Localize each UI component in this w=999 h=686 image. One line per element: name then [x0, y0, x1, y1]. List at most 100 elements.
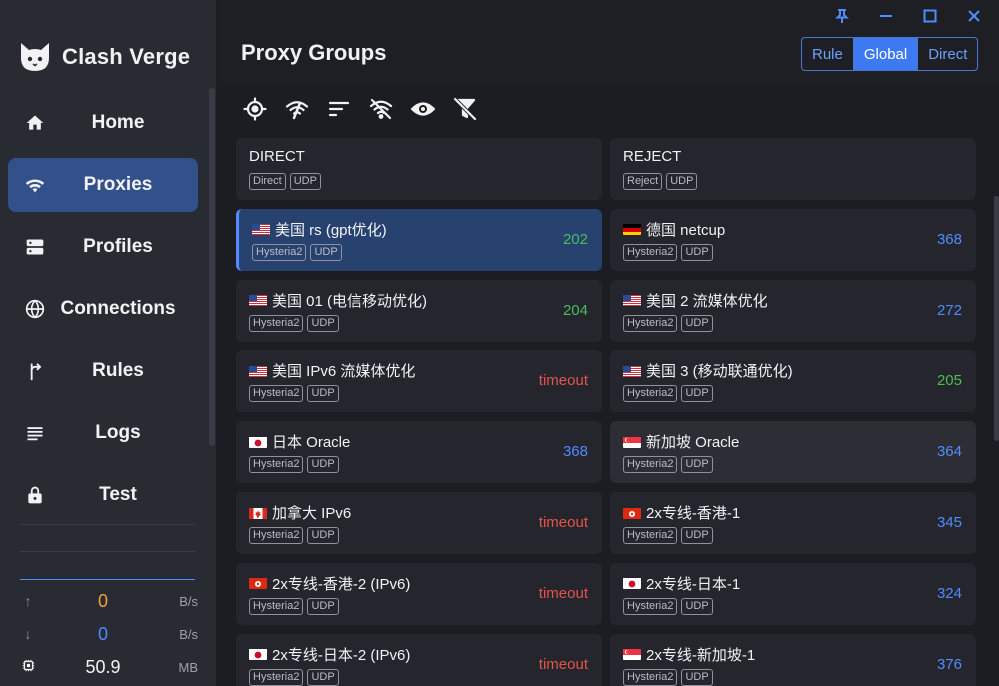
sidebar-item-proxies[interactable]: Proxies [8, 158, 198, 212]
cat-logo-icon [21, 43, 49, 71]
proxy-tag: Hysteria2 [623, 314, 678, 332]
filter-clear-icon[interactable] [452, 96, 477, 121]
sidebar-item-logs[interactable]: Logs [8, 406, 198, 460]
pin-icon[interactable] [827, 4, 857, 28]
proxy-name-row: 美国 rs (gpt优化) [252, 219, 387, 240]
proxy-delay[interactable]: 324 [937, 585, 962, 602]
traffic-graph-baseline [20, 579, 195, 580]
proxy-card[interactable]: 美国 IPv6 流媒体优化 Hysteria2 UDP timeout [236, 350, 602, 413]
proxy-name-row: 日本 Oracle [249, 431, 350, 452]
proxy-name-row: 新加坡 Oracle [623, 431, 739, 452]
sort-icon[interactable] [326, 96, 351, 121]
upload-unit: B/s [179, 593, 198, 609]
minimize-icon[interactable] [871, 4, 901, 28]
memory-usage: 50.9 MB [18, 652, 198, 682]
proxy-delay[interactable]: 202 [563, 231, 588, 248]
proxy-tags: Direct UDP [249, 173, 321, 190]
proxy-card[interactable]: 日本 Oracle Hysteria2 UDP 368 [236, 421, 602, 484]
proxy-tags: Hysteria2 UDP [252, 243, 342, 261]
maximize-icon[interactable] [915, 4, 945, 28]
proxy-card[interactable]: 美国 3 (移动联通优化) Hysteria2 UDP 205 [610, 350, 976, 413]
proxy-tag: Hysteria2 [249, 597, 304, 615]
proxy-delay[interactable]: 204 [563, 302, 588, 319]
proxy-tag: Direct [249, 173, 286, 190]
sidebar-item-test[interactable]: Test [8, 468, 198, 522]
proxy-card[interactable]: DIRECT Direct UDP [236, 138, 602, 200]
proxy-delay[interactable]: timeout [539, 656, 588, 673]
mode-direct-button[interactable]: Direct [918, 38, 977, 70]
singapore-flag-icon [623, 436, 641, 448]
upload-speed: ↑ 0 B/s [18, 586, 199, 616]
proxy-name-row: 美国 3 (移动联通优化) [623, 360, 793, 381]
proxy-card[interactable]: 美国 rs (gpt优化) Hysteria2 UDP 202 [236, 208, 602, 271]
download-unit: B/s [179, 626, 198, 642]
proxy-card[interactable]: 2x专线-新加坡-1 Hysteria2 UDP 376 [610, 633, 976, 686]
server-icon [24, 236, 46, 258]
wifi-icon [24, 174, 46, 196]
proxy-delay[interactable]: 376 [937, 656, 962, 673]
proxy-card[interactable]: 新加坡 Oracle Hysteria2 UDP 364 [610, 421, 976, 484]
proxy-card[interactable]: 2x专线-香港-2 (IPv6) Hysteria2 UDP timeout [236, 562, 602, 625]
proxy-card[interactable]: 2x专线-香港-1 Hysteria2 UDP 345 [610, 492, 976, 554]
proxy-name: 日本 Oracle [272, 434, 351, 452]
sidebar-scrollbar[interactable] [209, 88, 215, 446]
locate-icon[interactable] [242, 96, 267, 121]
proxy-tag: UDP [307, 314, 339, 332]
close-icon[interactable] [959, 4, 989, 28]
proxy-card[interactable]: 2x专线-日本-1 Hysteria2 UDP 324 [610, 562, 976, 625]
proxy-delay[interactable]: 368 [937, 231, 962, 248]
proxy-delay[interactable]: timeout [539, 514, 588, 531]
proxy-list-scrollbar[interactable] [994, 196, 999, 441]
proxy-delay[interactable]: timeout [539, 372, 588, 389]
sidebar-item-profiles[interactable]: Profiles [8, 220, 198, 274]
proxy-card[interactable]: 美国 01 (电信移动优化) Hysteria2 UDP 204 [236, 279, 602, 342]
proxy-tag: UDP [681, 385, 713, 403]
eye-icon[interactable] [410, 96, 435, 121]
mode-global-button[interactable]: Global [853, 38, 919, 70]
brand: Clash Verge [18, 40, 190, 74]
proxy-name-row: DIRECT [249, 148, 305, 165]
globe-icon [24, 298, 46, 320]
delay-test-icon[interactable] [284, 96, 309, 121]
filter-off-icon[interactable] [368, 96, 393, 121]
proxy-name: 美国 IPv6 流媒体优化 [272, 363, 416, 381]
proxy-delay[interactable]: 205 [937, 372, 962, 389]
proxy-name-row: 2x专线-日本-1 [623, 573, 740, 594]
mode-rule-button[interactable]: Rule [802, 38, 854, 70]
proxy-card[interactable]: 德国 netcup Hysteria2 UDP 368 [610, 208, 976, 271]
proxy-tag: Hysteria2 [623, 527, 678, 544]
japan-flag-icon [249, 648, 267, 661]
app-window: Clash Verge Home Proxies Profiles Connectio… [0, 0, 999, 686]
memory-value: 50.9 [85, 656, 121, 677]
proxy-delay[interactable]: 345 [937, 514, 962, 531]
proxy-name: 2x专线-香港-1 [646, 505, 741, 522]
proxy-card[interactable]: 加拿大 IPv6 Hysteria2 UDP timeout [236, 492, 602, 554]
us-flag-icon [623, 294, 641, 307]
proxy-name: 新加坡 Oracle [646, 434, 740, 452]
proxy-tag: UDP [310, 243, 342, 261]
proxy-card[interactable]: 2x专线-日本-2 (IPv6) Hysteria2 UDP timeout [236, 633, 602, 686]
window-controls [827, 4, 989, 28]
proxy-tag: UDP [289, 173, 321, 190]
download-speed: ↓ 0 B/s [18, 619, 199, 649]
sidebar-item-home[interactable]: Home [8, 96, 198, 150]
memory-unit: MB [178, 659, 199, 675]
sidebar: Clash Verge Home Proxies Profiles Connectio… [0, 0, 217, 686]
proxy-card[interactable]: 美国 2 流媒体优化 Hysteria2 UDP 272 [610, 279, 976, 342]
proxy-delay[interactable]: 368 [563, 443, 588, 460]
proxy-tags: Hysteria2 UDP [623, 668, 713, 686]
proxy-tag: Hysteria2 [249, 456, 304, 474]
proxy-name: 德国 netcup [646, 221, 726, 239]
main-panel: Proxy Groups Rule Global Direct DIRECT D… [218, 0, 999, 686]
proxy-delay[interactable]: timeout [539, 585, 588, 602]
sidebar-item-rules[interactable]: Rules [8, 344, 198, 398]
arrow-up-icon: ↑ [24, 593, 32, 609]
proxy-name-row: 美国 01 (电信移动优化) [249, 290, 427, 311]
proxy-card[interactable]: REJECT Reject UDP [610, 138, 976, 200]
proxy-delay[interactable]: 272 [937, 302, 962, 319]
proxy-tags: Hysteria2 UDP [249, 527, 339, 544]
proxy-tag: Hysteria2 [252, 243, 307, 261]
proxy-delay[interactable]: 364 [937, 443, 962, 460]
us-flag-icon [249, 365, 267, 377]
sidebar-item-connections[interactable]: Connections [8, 282, 198, 336]
